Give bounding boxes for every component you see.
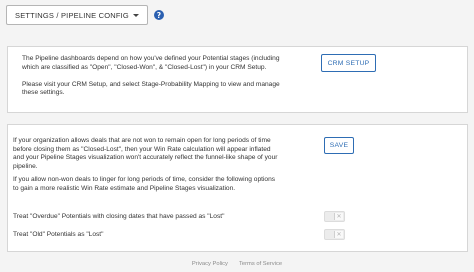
old-lost-toggle[interactable]: ✕ xyxy=(324,229,345,240)
terms-of-service-link[interactable]: Terms of Service xyxy=(239,261,282,267)
toggle-off-icon: ✕ xyxy=(334,213,343,220)
win-rate-info-text: If your organization allows deals that a… xyxy=(13,137,278,192)
top-bar: SETTINGS / PIPELINE CONFIG ? xyxy=(6,5,164,25)
footer: Privacy Policy Terms of Service xyxy=(0,261,474,267)
help-icon[interactable]: ? xyxy=(153,10,164,20)
save-button[interactable]: SAVE xyxy=(324,137,354,154)
settings-dropdown-label: SETTINGS / PIPELINE CONFIG xyxy=(15,10,129,20)
crm-setup-button[interactable]: CRM SETUP xyxy=(321,54,376,72)
win-rate-settings-panel: If your organization allows deals that a… xyxy=(7,124,468,252)
toggle-off-icon: ✕ xyxy=(334,231,343,238)
old-option-label: Treat "Old" Potentials as "Lost" xyxy=(13,231,104,238)
caret-down-icon xyxy=(132,13,139,17)
overdue-option-label: Treat "Overdue" Potentials with closing … xyxy=(13,213,225,220)
settings-dropdown-button[interactable]: SETTINGS / PIPELINE CONFIG xyxy=(6,5,148,25)
overdue-lost-toggle[interactable]: ✕ xyxy=(324,211,345,222)
privacy-policy-link[interactable]: Privacy Policy xyxy=(192,261,228,267)
crm-info-text: The Pipeline dashboards depend on how yo… xyxy=(22,55,280,96)
crm-setup-panel: The Pipeline dashboards depend on how yo… xyxy=(7,46,468,113)
